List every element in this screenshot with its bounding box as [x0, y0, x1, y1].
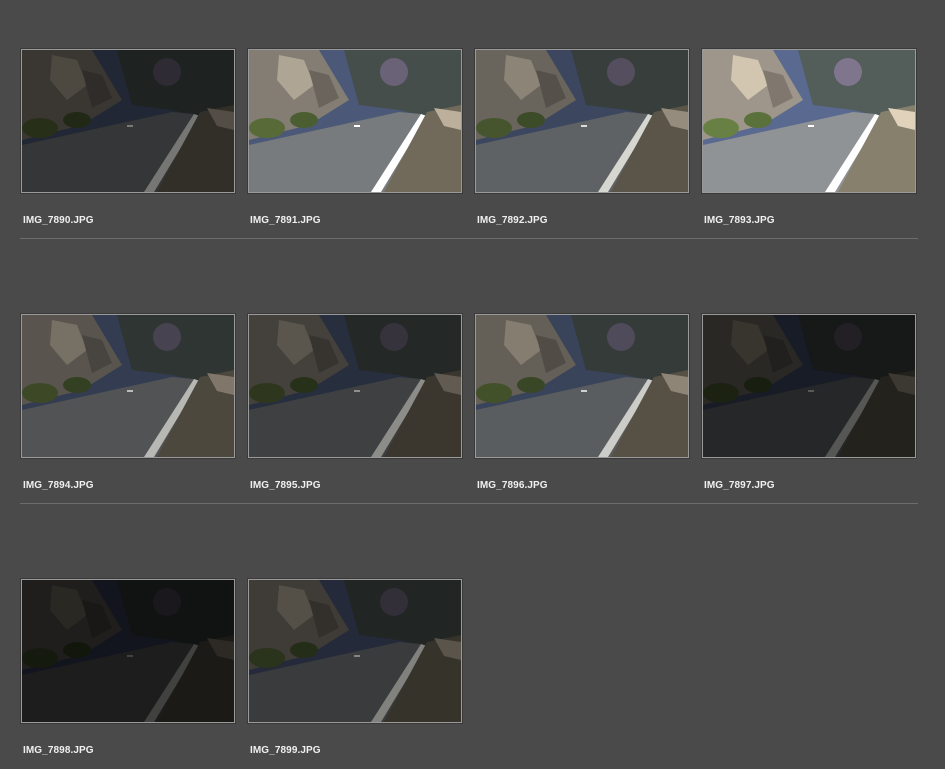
thumbnail-item[interactable]: IMG_7892.JPG: [475, 49, 691, 235]
thumbnail-filename: IMG_7891.JPG: [250, 215, 321, 226]
road-photo-thumbnail: [22, 315, 234, 457]
thumbnail-image[interactable]: [21, 314, 235, 458]
road-photo-thumbnail: [476, 50, 688, 192]
thumbnail-item[interactable]: IMG_7897.JPG: [702, 314, 918, 500]
road-photo-thumbnail: [249, 580, 461, 722]
thumbnail-image[interactable]: [248, 314, 462, 458]
thumbnail-image[interactable]: [702, 314, 916, 458]
thumbnail-image[interactable]: [475, 49, 689, 193]
thumbnail-item[interactable]: IMG_7896.JPG: [475, 314, 691, 500]
road-photo-thumbnail: [22, 580, 234, 722]
thumbnail-item[interactable]: IMG_7894.JPG: [21, 314, 237, 500]
thumbnail-item[interactable]: IMG_7891.JPG: [248, 49, 464, 235]
thumbnail-filename: IMG_7892.JPG: [477, 215, 548, 226]
thumbnail-browser: IMG_7890.JPG IMG_7891.JPG IMG_7892.JPG IMG_…: [0, 0, 945, 769]
thumbnail-item[interactable]: IMG_7895.JPG: [248, 314, 464, 500]
thumbnail-item[interactable]: IMG_7899.JPG: [248, 579, 464, 765]
thumbnail-filename: IMG_7899.JPG: [250, 745, 321, 756]
row-divider: [20, 238, 918, 239]
road-photo-thumbnail: [476, 315, 688, 457]
thumbnail-filename: IMG_7890.JPG: [23, 215, 94, 226]
thumbnail-image[interactable]: [702, 49, 916, 193]
thumbnail-item[interactable]: IMG_7890.JPG: [21, 49, 237, 235]
road-photo-thumbnail: [22, 50, 234, 192]
thumbnail-filename: IMG_7894.JPG: [23, 480, 94, 491]
road-photo-thumbnail: [249, 315, 461, 457]
thumbnail-image[interactable]: [248, 579, 462, 723]
thumbnail-image[interactable]: [475, 314, 689, 458]
thumbnail-filename: IMG_7895.JPG: [250, 480, 321, 491]
thumbnail-image[interactable]: [248, 49, 462, 193]
road-photo-thumbnail: [703, 50, 915, 192]
thumbnail-image[interactable]: [21, 49, 235, 193]
row-divider: [20, 503, 918, 504]
thumbnail-filename: IMG_7896.JPG: [477, 480, 548, 491]
road-photo-thumbnail: [249, 50, 461, 192]
thumbnail-image[interactable]: [21, 579, 235, 723]
thumbnail-item[interactable]: IMG_7893.JPG: [702, 49, 918, 235]
thumbnail-filename: IMG_7898.JPG: [23, 745, 94, 756]
thumbnail-filename: IMG_7897.JPG: [704, 480, 775, 491]
road-photo-thumbnail: [703, 315, 915, 457]
thumbnail-filename: IMG_7893.JPG: [704, 215, 775, 226]
thumbnail-item[interactable]: IMG_7898.JPG: [21, 579, 237, 765]
